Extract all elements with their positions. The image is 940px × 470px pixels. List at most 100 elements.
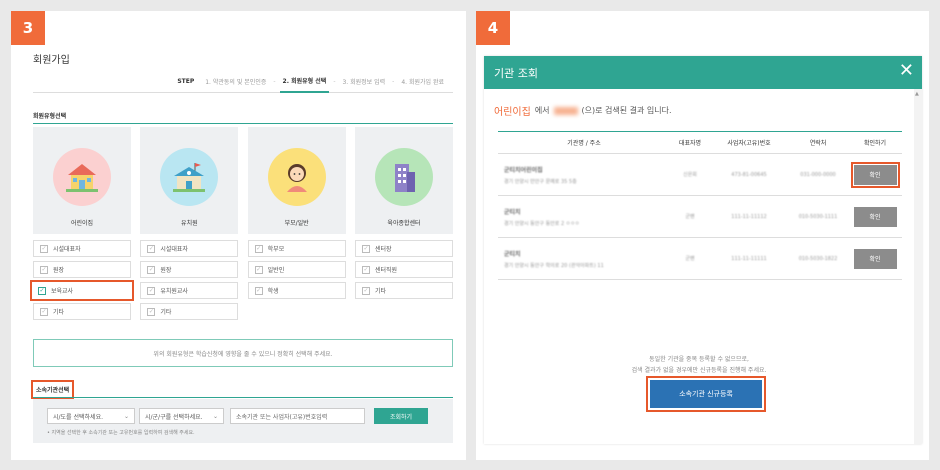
checkbox-student[interactable]: ✓ 학생 bbox=[247, 282, 346, 299]
checkbox-daycare-principal[interactable]: ✓ 원장 bbox=[33, 261, 131, 278]
org-name: 군티치 bbox=[504, 208, 521, 216]
step-separator: - bbox=[273, 78, 276, 85]
org-address: 경기 안양시 만안구 문예로 35 5층 bbox=[504, 178, 577, 185]
checkbox-daycare-teacher[interactable]: ✓ 보육교사 bbox=[30, 280, 134, 301]
checkbox-kg-director[interactable]: ✓ 시설대표자 bbox=[140, 240, 239, 257]
scroll-up-icon[interactable]: ▲ bbox=[915, 91, 919, 97]
signup-steps: STEP 1. 약관동의 및 본인인증 - 2. 회원유형 선택 - 3. 회원… bbox=[33, 71, 453, 93]
checkbox-label: 기타 bbox=[53, 309, 65, 316]
checkbox-label: 시설대표자 bbox=[160, 246, 188, 253]
checkbox-daycare-other[interactable]: ✓ 기타 bbox=[33, 303, 131, 320]
checkbox-label: 시설대표자 bbox=[53, 246, 81, 253]
org-address: 경기 안양시 동안구 동안로 2 ㅇㅇㅇ bbox=[504, 220, 580, 227]
checkbox-label: 센터직원 bbox=[374, 267, 398, 274]
biz-number: 111-11-11112 bbox=[731, 213, 767, 220]
blurred-search-term bbox=[553, 106, 578, 115]
card-center[interactable]: 육아종합센터 bbox=[354, 127, 453, 234]
close-icon[interactable]: ✕ bbox=[899, 62, 914, 80]
checkbox-kg-principal[interactable]: ✓ 원장 bbox=[140, 261, 239, 278]
checkbox-column-center: ✓ 센터장 ✓ 센터직원 ✓ 기타 bbox=[354, 240, 453, 320]
card-kindergarten[interactable]: 유치원 bbox=[140, 127, 239, 234]
checkbox-daycare-director[interactable]: ✓ 시설대표자 bbox=[33, 240, 131, 257]
checkbox-parent[interactable]: ✓ 학부모 bbox=[247, 240, 346, 257]
checkbox-icon: ✓ bbox=[147, 307, 156, 316]
step-2-active: 2. 회원유형 선택 bbox=[279, 71, 330, 93]
section-divider bbox=[33, 123, 453, 124]
chevron-down-icon: ⌄ bbox=[212, 413, 218, 420]
result-summary: 어린이집 에서 (으)로 검색된 결과 입니다. bbox=[494, 103, 672, 118]
card-label: 육아종합센터 bbox=[387, 220, 421, 227]
checkbox-icon: ✓ bbox=[254, 265, 263, 274]
biz-number: 111-11-11111 bbox=[731, 255, 767, 262]
checkbox-label: 원장 bbox=[53, 267, 65, 274]
search-button[interactable]: 조회하기 bbox=[374, 408, 428, 424]
step-separator: - bbox=[392, 78, 395, 85]
member-type-cards: 어린이집 유치원 부모/일반 육아종합센터 bbox=[33, 127, 453, 234]
checkbox-center-other[interactable]: ✓ 기타 bbox=[354, 282, 453, 299]
checkbox-icon: ✓ bbox=[254, 244, 263, 253]
card-parent[interactable]: 부모/일반 bbox=[247, 127, 346, 234]
result-keyword: 어린이집 bbox=[494, 107, 531, 118]
checkbox-label: 기타 bbox=[160, 309, 172, 316]
agency-lookup-modal: 기관 조회 ✕ ▲ 어린이집 에서 (으)로 검색된 결과 입니다. 기관명 /… bbox=[484, 56, 922, 444]
col-header-biz: 사업자(고유)번호 bbox=[727, 140, 771, 147]
card-label: 유치원 bbox=[181, 220, 198, 227]
agency-search-input[interactable]: 소속기관 또는 사업자(고유)번호입력 bbox=[230, 408, 365, 424]
confirm-button[interactable]: 확인 bbox=[853, 206, 897, 227]
col-header-tel: 연락처 bbox=[809, 140, 827, 147]
org-address: 경기 안양시 동안구 학의로 20 (관악아파트) 11 bbox=[504, 262, 604, 269]
checkbox-column-kindergarten: ✓ 시설대표자 ✓ 원장 ✓ 유치원교사 ✓ 기타 bbox=[140, 240, 239, 320]
select-value: 시/도를 선택하세요. bbox=[53, 413, 103, 421]
checkbox-column-daycare: ✓ 시설대표자 ✓ 원장 ✓ 보육교사 ✓ 기타 bbox=[30, 240, 134, 320]
table-row: 군티치 경기 안양시 동안구 동안로 2 ㅇㅇㅇ 군밴 111-11-11112… bbox=[498, 196, 902, 238]
duplicate-notice-line2: 검색 결과가 없을 경우에만 신규등록을 진행해 주세요. bbox=[631, 367, 767, 374]
checkbox-general[interactable]: ✓ 일반인 bbox=[247, 261, 346, 278]
agency-search-box: 시/도를 선택하세요. ⌄ 시/군/구를 선택하세요. ⌄ 소속기관 또는 사업… bbox=[33, 399, 453, 443]
step3-panel: 3 회원가입 STEP 1. 약관동의 및 본인인증 - 2. 회원유형 선택 … bbox=[11, 11, 466, 460]
checkbox-kg-teacher[interactable]: ✓ 유치원교사 bbox=[140, 282, 239, 299]
checkbox-column-parent: ✓ 학부모 ✓ 일반인 ✓ 학생 bbox=[247, 240, 346, 320]
person-icon bbox=[267, 148, 326, 206]
duplicate-notice: 동일한 기관을 중복 등록할 수 없으므로, 검색 결과가 없을 경우에만 신규… bbox=[484, 354, 914, 376]
checkbox-kg-other[interactable]: ✓ 기타 bbox=[140, 303, 239, 320]
checkbox-icon: ✓ bbox=[147, 244, 156, 253]
step-1: 1. 약관동의 및 본인인증 bbox=[205, 79, 267, 86]
duplicate-notice-line1: 동일한 기관을 중복 등록할 수 없으므로, bbox=[649, 356, 749, 363]
col-header-name: 기관명 / 주소 bbox=[567, 140, 601, 147]
modal-scrollbar[interactable]: ▲ bbox=[914, 89, 922, 444]
building-icon bbox=[374, 148, 433, 206]
province-select[interactable]: 시/도를 선택하세요. ⌄ bbox=[47, 408, 135, 424]
checkbox-center-staff[interactable]: ✓ 센터직원 bbox=[354, 261, 453, 278]
steps-label: STEP bbox=[177, 78, 195, 85]
checkbox-center-head[interactable]: ✓ 센터장 bbox=[354, 240, 453, 257]
col-header-confirm: 확인하기 bbox=[863, 140, 887, 147]
checkbox-icon: ✓ bbox=[361, 265, 370, 274]
register-new-agency-button[interactable]: 소속기관 신규등록 bbox=[646, 376, 766, 412]
checkbox-icon: ✓ bbox=[38, 286, 46, 295]
checkbox-icon: ✓ bbox=[147, 265, 156, 274]
confirm-button[interactable]: 확인 bbox=[853, 248, 897, 269]
page-title: 회원가입 bbox=[33, 55, 70, 66]
org-cell: 군티치 경기 안양시 동안구 학의로 20 (관악아파트) 11 bbox=[498, 249, 670, 269]
org-cell: 군티치 경기 안양시 동안구 동안로 2 ㅇㅇㅇ bbox=[498, 207, 670, 227]
phone: 031-000-0000 bbox=[800, 171, 836, 178]
city-select[interactable]: 시/군/구를 선택하세요. ⌄ bbox=[139, 408, 224, 424]
checkbox-icon: ✓ bbox=[254, 286, 263, 295]
modal-header: 기관 조회 ✕ bbox=[484, 56, 922, 89]
modal-title: 기관 조회 bbox=[494, 66, 538, 80]
house-icon bbox=[53, 148, 111, 206]
search-help-text: • 지역을 선택한 후 소속기관 또는 고유번호를 입력하여 검색해 주세요. bbox=[47, 430, 195, 436]
member-type-title: 회원유형선택 bbox=[33, 113, 67, 120]
card-daycare[interactable]: 어린이집 bbox=[33, 127, 131, 234]
role-checkboxes: ✓ 시설대표자 ✓ 원장 ✓ 보육교사 ✓ 기타 ✓ 시설대표자 ✓ 원장 ✓ 유치원교사 ✓… bbox=[30, 240, 453, 320]
result-table: 기관명 / 주소 대표자명 사업자(고유)번호 연락처 확인하기 군티치어린이집… bbox=[498, 131, 902, 280]
confirm-button[interactable]: 확인 bbox=[850, 161, 900, 188]
checkbox-icon: ✓ bbox=[147, 286, 156, 295]
table-row: 군티치 경기 안양시 동안구 학의로 20 (관악아파트) 11 군밴 111-… bbox=[498, 238, 902, 280]
result-suffix: (으)로 검색된 결과 입니다. bbox=[581, 106, 672, 115]
checkbox-label: 유치원교사 bbox=[160, 288, 188, 295]
phone: 010-5030-1111 bbox=[798, 213, 838, 220]
checkbox-icon: ✓ bbox=[40, 244, 48, 253]
select-value: 시/군/구를 선택하세요. bbox=[145, 413, 203, 421]
checkbox-icon: ✓ bbox=[40, 265, 48, 274]
